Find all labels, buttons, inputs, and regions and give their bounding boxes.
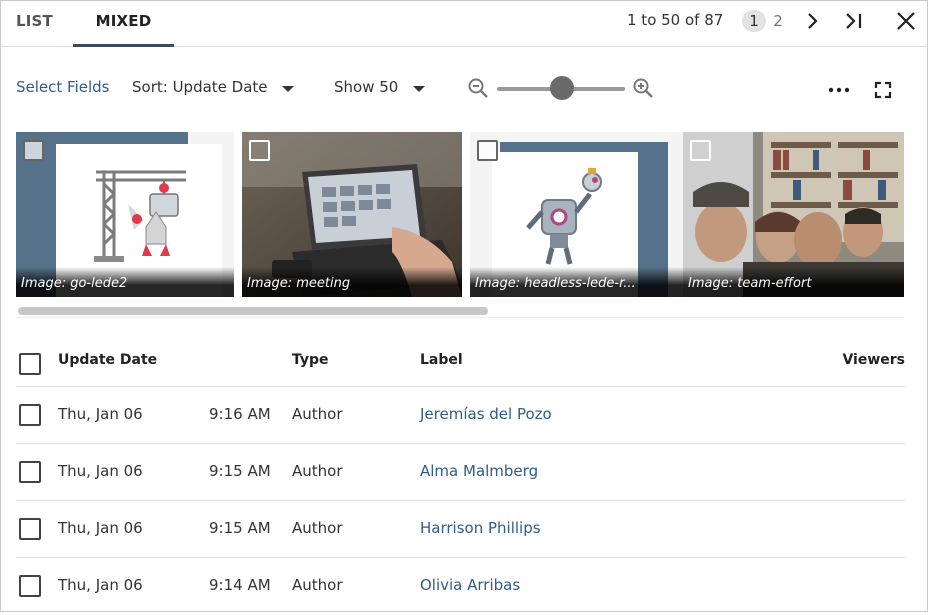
thumbnail-card[interactable]: Image: headless-lede-r... bbox=[470, 132, 690, 297]
table-row[interactable]: Thu, Jan 06 9:16 AM Author Jeremías del … bbox=[16, 387, 905, 444]
column-header-type[interactable]: Type bbox=[292, 352, 329, 368]
row-date: Thu, Jan 06 bbox=[58, 576, 143, 594]
row-time: 9:16 AM bbox=[209, 405, 271, 423]
row-type: Author bbox=[292, 519, 343, 537]
sort-dropdown[interactable]: Sort: Update Date bbox=[132, 78, 268, 96]
row-label-link[interactable]: Alma Malmberg bbox=[420, 462, 538, 480]
last-page-icon[interactable] bbox=[843, 10, 865, 32]
page-2-button[interactable]: 2 bbox=[766, 10, 790, 32]
row-type: Author bbox=[292, 405, 343, 423]
thumbnail-caption: Image: headless-lede-r... bbox=[470, 267, 690, 297]
scrollbar-thumb[interactable] bbox=[18, 307, 488, 315]
close-icon[interactable] bbox=[895, 10, 917, 32]
tab-list[interactable]: LIST bbox=[16, 1, 53, 47]
thumbnail-card[interactable]: Image: team-effort bbox=[683, 132, 904, 297]
thumbnail-checkbox[interactable] bbox=[249, 140, 270, 161]
panel-header: LIST MIXED 1 to 50 of 87 1 2 bbox=[1, 1, 927, 47]
pagination-range: 1 to 50 of 87 bbox=[627, 11, 724, 29]
thumbnail-strip: Image: go-lede2 Image: meeting Image: he… bbox=[16, 132, 904, 298]
zoom-slider-handle[interactable] bbox=[550, 76, 574, 100]
row-time: 9:15 AM bbox=[209, 519, 271, 537]
zoom-out-icon[interactable] bbox=[467, 77, 489, 99]
select-all-checkbox[interactable] bbox=[19, 353, 41, 375]
next-page-icon[interactable] bbox=[801, 10, 823, 32]
column-header-label[interactable]: Label bbox=[420, 352, 463, 368]
row-checkbox[interactable] bbox=[19, 575, 41, 597]
fullscreen-icon[interactable] bbox=[872, 79, 894, 101]
row-label-link[interactable]: Harrison Phillips bbox=[420, 519, 541, 537]
more-options-icon[interactable] bbox=[827, 81, 851, 99]
thumbnail-caption: Image: meeting bbox=[242, 267, 462, 297]
thumbnail-card[interactable]: Image: go-lede2 bbox=[16, 132, 234, 297]
thumbnail-caption: Image: team-effort bbox=[683, 267, 904, 297]
row-date: Thu, Jan 06 bbox=[58, 405, 143, 423]
select-fields-button[interactable]: Select Fields bbox=[16, 78, 109, 96]
sort-chevron-down-icon[interactable] bbox=[282, 86, 294, 92]
thumbnail-checkbox[interactable] bbox=[23, 140, 44, 161]
zoom-in-icon[interactable] bbox=[632, 77, 654, 99]
row-date: Thu, Jan 06 bbox=[58, 462, 143, 480]
thumbnail-scrollbar[interactable] bbox=[16, 306, 904, 318]
show-chevron-down-icon[interactable] bbox=[413, 86, 425, 92]
row-label-link[interactable]: Jeremías del Pozo bbox=[420, 405, 552, 423]
row-label-link[interactable]: Olivia Arribas bbox=[420, 576, 520, 594]
row-time: 9:15 AM bbox=[209, 462, 271, 480]
thumbnail-checkbox[interactable] bbox=[477, 140, 498, 161]
show-count-dropdown[interactable]: Show 50 bbox=[334, 78, 398, 96]
row-date: Thu, Jan 06 bbox=[58, 519, 143, 537]
column-header-viewers[interactable]: Viewers bbox=[842, 352, 905, 368]
table-row[interactable]: Thu, Jan 06 9:15 AM Author Harrison Phil… bbox=[16, 501, 905, 558]
row-checkbox[interactable] bbox=[19, 404, 41, 426]
asset-browser-panel: LIST MIXED 1 to 50 of 87 1 2 Select Fiel… bbox=[0, 0, 928, 612]
table-row[interactable]: Thu, Jan 06 9:14 AM Author Olivia Arriba… bbox=[16, 558, 905, 615]
row-checkbox[interactable] bbox=[19, 518, 41, 540]
thumbnail-checkbox[interactable] bbox=[690, 140, 711, 161]
column-header-update-date[interactable]: Update Date bbox=[58, 352, 157, 368]
row-checkbox[interactable] bbox=[19, 461, 41, 483]
thumbnail-card[interactable]: Image: meeting bbox=[242, 132, 462, 297]
row-type: Author bbox=[292, 576, 343, 594]
row-time: 9:14 AM bbox=[209, 576, 271, 594]
thumbnail-caption: Image: go-lede2 bbox=[16, 267, 234, 297]
tab-mixed[interactable]: MIXED bbox=[73, 1, 174, 47]
table-header: Update Date Type Label Viewers bbox=[16, 334, 905, 387]
table-row[interactable]: Thu, Jan 06 9:15 AM Author Alma Malmberg bbox=[16, 444, 905, 501]
page-1-button[interactable]: 1 bbox=[742, 10, 766, 32]
row-type: Author bbox=[292, 462, 343, 480]
